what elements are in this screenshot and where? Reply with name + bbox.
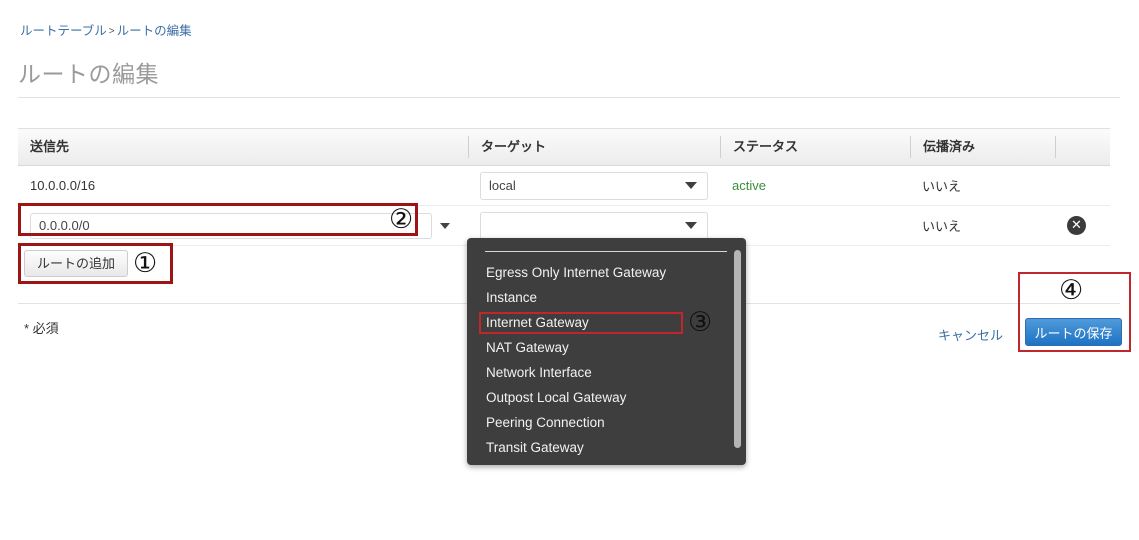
- breadcrumb-separator-icon: >: [108, 26, 115, 37]
- column-header-propagated: 伝播済み: [910, 136, 1055, 158]
- breadcrumb: ルートテーブル > ルートの編集: [20, 20, 192, 39]
- table-row: 10.0.0.0/16 local active いいえ: [18, 166, 1110, 206]
- dropdown-option-instance[interactable]: Instance: [467, 285, 746, 310]
- cell-target: local: [468, 171, 720, 200]
- breadcrumb-link-route-tables[interactable]: ルートテーブル: [20, 24, 107, 38]
- dropdown-option-internet-gateway[interactable]: Internet Gateway: [467, 310, 746, 335]
- destination-input[interactable]: [30, 212, 432, 239]
- dropdown-option-transit-gateway[interactable]: Transit Gateway: [467, 435, 746, 460]
- dropdown-option-outpost-local-gateway[interactable]: Outpost Local Gateway: [467, 385, 746, 410]
- dropdown-option-peering-connection[interactable]: Peering Connection: [467, 410, 746, 435]
- column-header-actions: [1055, 136, 1110, 158]
- column-header-target: ターゲット: [468, 136, 720, 158]
- required-note: * 必須: [24, 321, 59, 336]
- chevron-down-icon[interactable]: [440, 222, 450, 229]
- target-select-new[interactable]: [480, 211, 708, 240]
- cell-status: active: [732, 178, 766, 193]
- remove-route-icon[interactable]: ✕: [1067, 216, 1086, 235]
- cancel-link[interactable]: キャンセル: [938, 325, 1003, 344]
- add-route-button[interactable]: ルートの追加: [24, 250, 129, 277]
- cell-actions: ✕: [1055, 216, 1110, 235]
- dropdown-option-list: Egress Only Internet Gateway Instance In…: [467, 260, 746, 460]
- target-dropdown-menu[interactable]: Egress Only Internet Gateway Instance In…: [467, 238, 746, 465]
- target-select-local[interactable]: local: [480, 171, 708, 200]
- dropdown-option-nat-gateway[interactable]: NAT Gateway: [467, 335, 746, 360]
- column-header-status: ステータス: [720, 136, 910, 158]
- dropdown-option-egress-only-internet-gateway[interactable]: Egress Only Internet Gateway: [467, 260, 746, 285]
- cell-destination: 10.0.0.0/16: [30, 178, 96, 193]
- cell-propagated: いいえ: [922, 219, 962, 234]
- cell-target: [468, 211, 720, 240]
- cell-propagated: いいえ: [922, 179, 962, 194]
- cell-destination: [18, 212, 468, 239]
- save-routes-button[interactable]: ルートの保存: [1025, 318, 1122, 346]
- dropdown-option-network-interface[interactable]: Network Interface: [467, 360, 746, 385]
- target-select-value: local: [489, 178, 516, 193]
- column-header-destination: 送信先: [30, 139, 70, 154]
- chevron-down-icon: [685, 182, 697, 189]
- annotation-number-4: ④: [1059, 275, 1084, 306]
- chevron-down-icon: [685, 222, 697, 229]
- destination-input-group: [30, 212, 468, 239]
- routes-table: 送信先 ターゲット ステータス 伝播済み 10.0.0.0/16 local a…: [18, 128, 1110, 246]
- annotation-number-1: ①: [133, 248, 158, 279]
- table-header-row: 送信先 ターゲット ステータス 伝播済み: [18, 128, 1110, 166]
- page-title: ルートの編集: [18, 61, 159, 87]
- dropdown-top-divider: [485, 251, 727, 252]
- breadcrumb-link-edit-routes[interactable]: ルートの編集: [117, 24, 192, 38]
- dropdown-scrollbar[interactable]: [734, 250, 741, 448]
- title-divider: [18, 97, 1120, 98]
